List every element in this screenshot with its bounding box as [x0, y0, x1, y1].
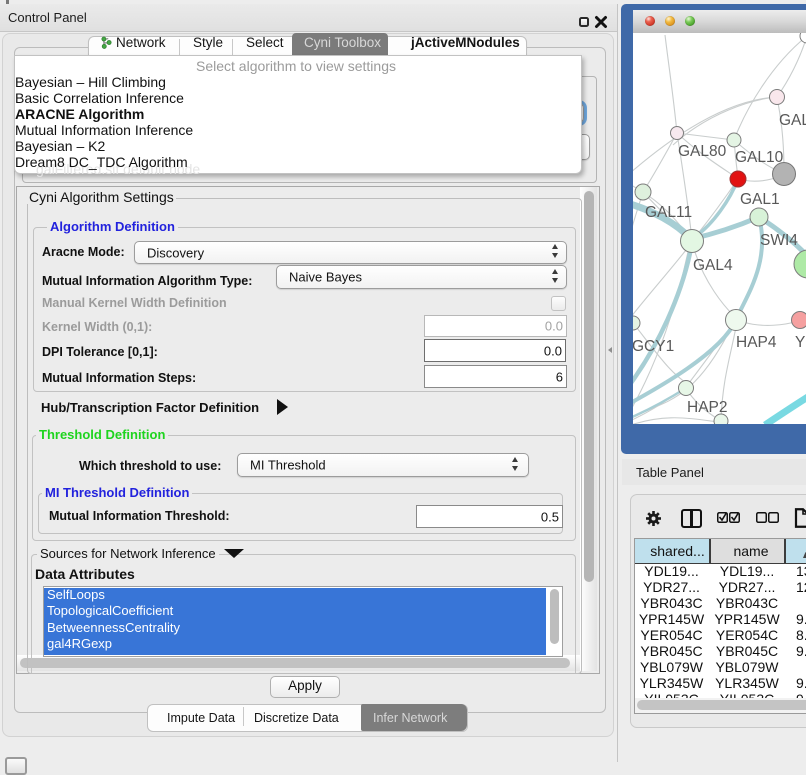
svg-text:GAL11: GAL11	[645, 204, 692, 221]
svg-text:GAL2: GAL2	[779, 112, 806, 129]
svg-text:GAL4: GAL4	[693, 257, 733, 274]
svg-text:GAL10: GAL10	[735, 149, 784, 166]
svg-text:Y: Y	[795, 334, 805, 351]
svg-text:HAP4: HAP4	[736, 334, 777, 351]
svg-text:GAL80: GAL80	[678, 143, 727, 160]
svg-text:HAP2: HAP2	[687, 399, 728, 416]
svg-text:GAL1: GAL1	[740, 191, 780, 208]
svg-text:GCY1: GCY1	[633, 338, 674, 355]
svg-text:SWI4: SWI4	[760, 232, 798, 249]
